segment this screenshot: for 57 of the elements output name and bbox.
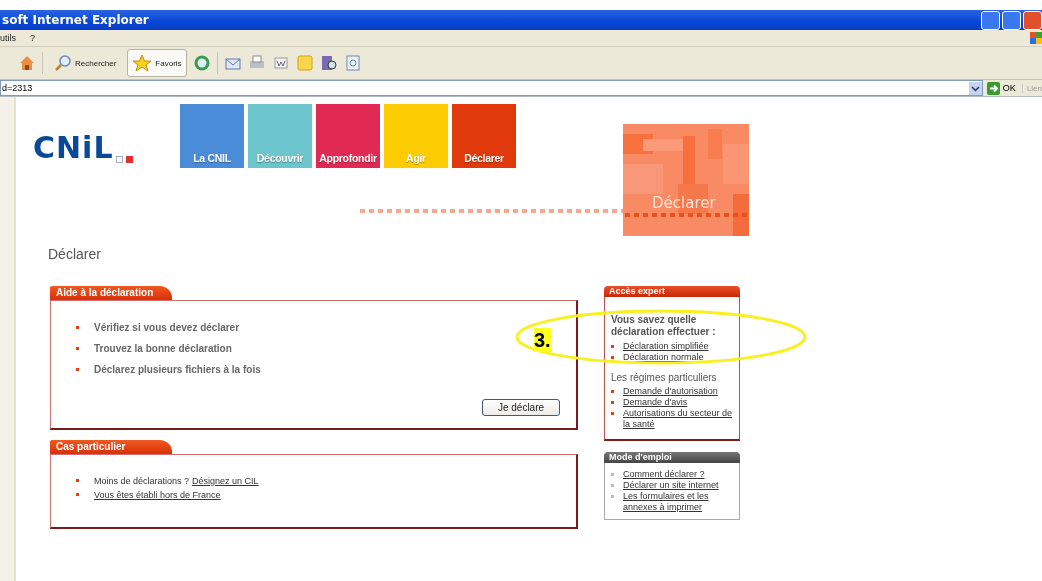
help-item[interactable]: Vérifiez si vous devez déclarer	[94, 322, 240, 333]
panel-subheading: Les régimes particuliers	[611, 372, 718, 384]
step-number: 3.	[534, 328, 551, 352]
bullet-icon	[76, 347, 79, 350]
logo[interactable]: CNiL	[33, 133, 114, 163]
bullet-icon	[611, 345, 614, 348]
star-icon	[132, 54, 153, 72]
bullet-icon	[611, 495, 614, 498]
declare-button[interactable]: Je déclare	[482, 399, 560, 416]
close-button[interactable]	[1023, 10, 1042, 30]
panel-intro: Vous savez quelle déclaration effectuer :	[611, 314, 717, 338]
logo-squares-icon	[115, 156, 134, 163]
restore-button[interactable]	[1002, 10, 1021, 30]
panel-link[interactable]: Comment déclarer ?	[623, 469, 705, 480]
panel-link[interactable]: Autorisations du secteur de la santé	[623, 408, 735, 430]
nav-tile[interactable]: Déclarer	[452, 104, 516, 168]
banner-title: Déclarer	[652, 194, 716, 212]
home-icon[interactable]	[18, 54, 36, 72]
address-field[interactable]: d=2313	[0, 80, 983, 96]
dropdown-icon[interactable]	[968, 81, 982, 95]
item-link[interactable]: Désignez un CIL	[192, 476, 259, 486]
minimize-button[interactable]	[981, 10, 1000, 30]
panel-header: Accès expert	[604, 286, 740, 297]
arrow-icon	[986, 81, 1000, 95]
bullet-icon	[76, 479, 79, 482]
windows-logo-icon	[1030, 32, 1042, 44]
menu-item[interactable]: ?	[30, 33, 36, 43]
item-text: Moins de déclarations ?	[94, 476, 190, 486]
bullet-icon	[611, 473, 614, 476]
window-title: soft Internet Explorer	[2, 13, 149, 27]
help-item[interactable]: Trouvez la bonne déclaration	[94, 343, 232, 354]
help-item[interactable]: Déclarez plusieurs fichiers à la fois	[94, 364, 261, 375]
panel-link[interactable]: Déclaration simplifiée	[623, 341, 709, 352]
panel-link[interactable]: Les formulaires et les annexes à imprimer	[623, 491, 735, 513]
toolbar-button[interactable]: Favoris	[127, 49, 187, 77]
bullet-icon	[611, 390, 614, 393]
bullet-icon	[76, 368, 79, 371]
panel-link[interactable]: Déclarer un site internet	[623, 480, 719, 491]
bullet-icon	[611, 356, 614, 359]
nav-tile[interactable]: Approfondir	[316, 104, 380, 168]
toolbar-button[interactable]: Rechercher	[49, 49, 122, 77]
bullet-icon	[76, 493, 79, 496]
bullet-icon	[76, 326, 79, 329]
bullet-icon	[611, 401, 614, 404]
document-icon[interactable]	[271, 54, 290, 72]
item-link[interactable]: Vous êtes établi hors de France	[94, 490, 221, 500]
bullet-icon	[611, 484, 614, 487]
search-icon	[54, 54, 72, 72]
panel-header: Mode d'emploi	[604, 452, 740, 463]
page-search-icon[interactable]	[343, 54, 362, 72]
bullet-icon	[611, 412, 614, 415]
go-button[interactable]: OK	[986, 81, 1016, 95]
panel-link[interactable]: Demande d'autorisation	[623, 386, 718, 397]
menu-item[interactable]: utils	[0, 33, 16, 43]
page-heading: Déclarer	[48, 246, 102, 262]
panel-link[interactable]: Demande d'avis	[623, 397, 688, 408]
panel-link[interactable]: Déclaration normale	[623, 352, 704, 363]
